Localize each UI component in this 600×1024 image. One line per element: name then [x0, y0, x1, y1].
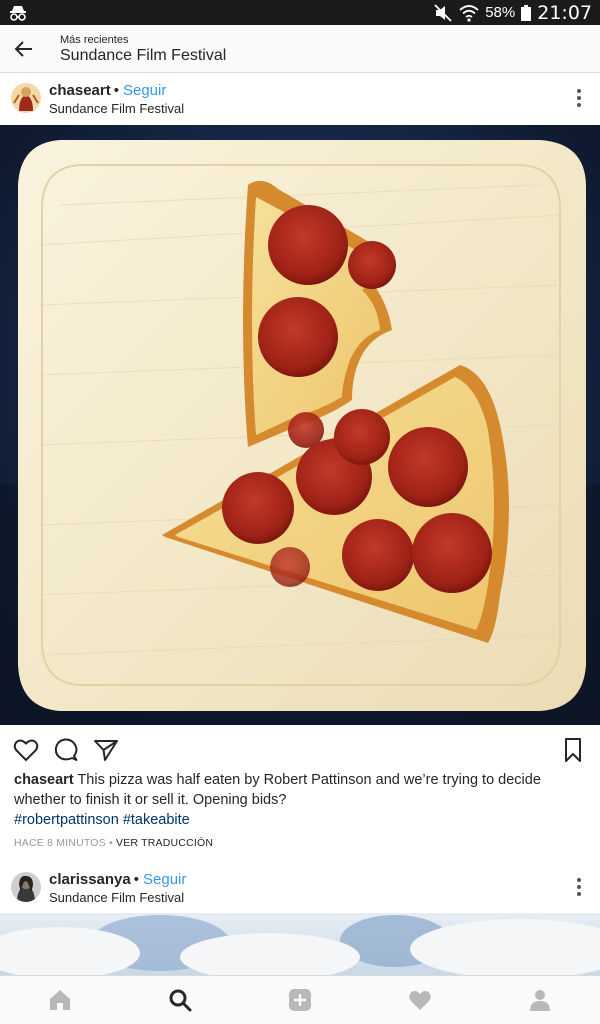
post-image[interactable]: [0, 125, 600, 725]
username-separator: •: [113, 82, 119, 99]
post-location[interactable]: Sundance Film Festival: [49, 101, 184, 116]
bottom-navigation: [0, 975, 600, 1024]
hashtag-robertpattinson[interactable]: #robertpattinson: [14, 812, 119, 828]
home-icon[interactable]: [48, 988, 72, 1012]
avatar[interactable]: [11, 83, 41, 113]
follow-button[interactable]: Seguir: [123, 82, 166, 99]
header-subtitle: Más recientes: [60, 34, 129, 46]
avatar[interactable]: [11, 872, 41, 902]
comment-icon[interactable]: [53, 737, 79, 763]
back-arrow-icon[interactable]: [12, 37, 36, 61]
hashtag-takeabite[interactable]: #takeabite: [123, 812, 190, 828]
post-username[interactable]: chaseart: [49, 82, 111, 99]
mute-icon: [434, 3, 452, 22]
wifi-icon: [459, 4, 479, 22]
post-caption: chaseart This pizza was half eaten by Ro…: [14, 770, 589, 830]
add-icon[interactable]: [288, 988, 312, 1012]
more-options-icon[interactable]: [576, 89, 582, 107]
share-icon[interactable]: [93, 737, 119, 763]
search-icon[interactable]: [168, 988, 192, 1012]
app-header: Más recientes Sundance Film Festival: [0, 25, 600, 73]
more-options-icon[interactable]: [576, 878, 582, 896]
heart-icon[interactable]: [13, 737, 39, 763]
see-translation-link[interactable]: VER TRADUCCIÓN: [116, 837, 213, 849]
page-title: Sundance Film Festival: [60, 47, 227, 64]
next-post-username[interactable]: clarissanya: [49, 871, 131, 888]
meta-separator: •: [109, 837, 113, 849]
clock: 21:07: [537, 1, 592, 24]
status-bar: 58% 21:07: [0, 0, 600, 25]
heart-icon[interactable]: [408, 988, 432, 1012]
caption-username[interactable]: chaseart: [14, 772, 74, 788]
post-header: chaseart • Seguir Sundance Film Festival: [0, 73, 600, 125]
caption-text: This pizza was half eaten by Robert Patt…: [14, 772, 541, 808]
post-meta: HACE 8 MINUTOS • VER TRADUCCIÓN: [14, 837, 213, 849]
username-separator: •: [133, 871, 139, 888]
next-post-image[interactable]: [0, 913, 600, 975]
post-time: HACE 8 MINUTOS: [14, 837, 106, 849]
next-post-location[interactable]: Sundance Film Festival: [49, 890, 184, 905]
profile-icon[interactable]: [528, 988, 552, 1012]
battery-icon: [521, 4, 532, 21]
bookmark-icon[interactable]: [560, 737, 586, 763]
post-actions: [0, 727, 600, 771]
battery-percent: 58%: [485, 4, 516, 21]
incognito-icon: [10, 6, 26, 21]
next-post-header: clarissanya • Seguir Sundance Film Festiva…: [0, 862, 600, 914]
follow-button[interactable]: Seguir: [143, 871, 186, 888]
